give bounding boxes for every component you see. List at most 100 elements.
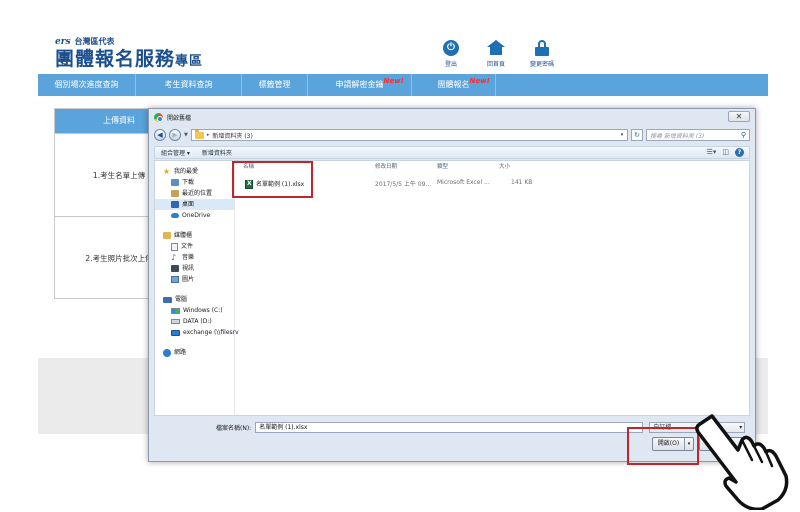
nav-item-label: 圖片 bbox=[182, 276, 195, 283]
logout-button[interactable]: ⏻ 登出 bbox=[431, 40, 471, 68]
star-icon: ★ bbox=[163, 167, 171, 176]
dialog-title: 開啟舊檔 bbox=[167, 115, 192, 122]
open-button-highlight-box bbox=[627, 427, 699, 465]
nav-desktop[interactable]: 桌面 bbox=[155, 199, 234, 210]
search-placeholder: 搜尋 新增資料夾 (3) bbox=[650, 132, 705, 140]
nav-item-label: 桌面 bbox=[182, 201, 195, 208]
nav-network[interactable]: 網路 bbox=[155, 347, 234, 358]
computer-icon bbox=[163, 296, 172, 303]
address-row: ◀ ▶ ▼ ▸ 新增資料夾 (3) ▾ ↻ 搜尋 新增資料夾 (3) ⚲ bbox=[154, 128, 750, 142]
nav-item-label: exchange (\\filesrv bbox=[183, 329, 239, 336]
pointing-hand-icon bbox=[695, 414, 789, 510]
desktop-icon bbox=[171, 201, 179, 208]
column-header-modified[interactable]: 修改日期 bbox=[375, 162, 397, 171]
file-row[interactable]: 名單範例 (1).xlsx 2017/5/5 上午 09... Microsof… bbox=[241, 177, 747, 189]
view-options-icon[interactable]: ☰▾ bbox=[707, 148, 717, 157]
file-highlight-box bbox=[232, 161, 313, 198]
onedrive-icon bbox=[171, 213, 179, 218]
column-header-size[interactable]: 大小 bbox=[499, 162, 510, 171]
home-button[interactable]: 回首頁 bbox=[476, 40, 516, 68]
home-label: 回首頁 bbox=[486, 61, 505, 68]
nav-label: 考生資料查詢 bbox=[164, 80, 213, 89]
change-password-button[interactable]: 變更密碼 bbox=[522, 40, 562, 68]
main-nav: 個別場次進度查詢 考生資料查詢 標籤管理 申請解密金鑰 New! 團體報名 Ne… bbox=[38, 74, 768, 96]
nav-item-label: 音樂 bbox=[182, 254, 195, 261]
folder-icon bbox=[194, 129, 204, 139]
chrome-icon bbox=[154, 113, 163, 122]
address-path: 新增資料夾 (3) bbox=[212, 132, 253, 140]
new-badge: New! bbox=[469, 77, 490, 85]
forward-icon[interactable]: ▶ bbox=[169, 129, 181, 141]
nav-label: 申請解密金鑰 bbox=[335, 80, 384, 89]
navigation-pane: ★ 我的最愛 下載 最近的位置 桌面 OneDrive 媒體櫃 文件 ♪ 音樂 視訊… bbox=[155, 161, 239, 415]
dialog-close-button[interactable]: ✕ bbox=[728, 111, 750, 122]
nav-libraries[interactable]: 媒體櫃 bbox=[155, 230, 234, 241]
filename-label: 檔案名稱(N): bbox=[216, 424, 252, 432]
nav-group-registration[interactable]: 團體報名 New! bbox=[412, 74, 496, 96]
nav-favorites[interactable]: ★ 我的最愛 bbox=[155, 166, 234, 177]
nav-item-label: 下載 bbox=[182, 179, 195, 186]
refresh-icon[interactable]: ↻ bbox=[631, 129, 643, 141]
logo-title: 團體報名服務專區 bbox=[55, 49, 203, 72]
home-icon bbox=[487, 40, 505, 56]
column-header-type[interactable]: 類型 bbox=[437, 162, 448, 171]
nav-label: 標籤管理 bbox=[258, 80, 291, 89]
organize-button[interactable]: 組合管理 ▾ bbox=[161, 148, 190, 157]
site-logo[interactable]: ers 台灣區代表 團體報名服務專區 bbox=[55, 36, 203, 72]
nav-item-label: 文件 bbox=[181, 243, 194, 250]
logo-subtitle: 台灣區代表 bbox=[74, 37, 115, 46]
picture-icon bbox=[171, 276, 179, 283]
document-icon bbox=[171, 242, 178, 251]
file-list: 名稱 修改日期 類型 大小 名單範例 (1).xlsx 2017/5/5 上午 … bbox=[239, 161, 749, 415]
recent-places-icon bbox=[171, 190, 179, 197]
nav-network-drive[interactable]: exchange (\\filesrv bbox=[155, 327, 239, 338]
power-icon: ⏻ bbox=[443, 40, 459, 56]
music-icon: ♪ bbox=[171, 253, 177, 262]
nav-downloads[interactable]: 下載 bbox=[155, 177, 234, 188]
history-dropdown-icon[interactable]: ▼ bbox=[184, 132, 188, 138]
nav-item-label: OneDrive bbox=[182, 212, 211, 219]
help-icon[interactable]: ? bbox=[735, 148, 744, 157]
video-icon bbox=[171, 265, 179, 272]
dialog-titlebar: 開啟舊檔 bbox=[154, 113, 191, 122]
nav-drive-c[interactable]: Windows (C:) bbox=[155, 305, 234, 316]
drive-icon bbox=[171, 319, 180, 324]
back-icon[interactable]: ◀ bbox=[154, 129, 166, 141]
nav-videos[interactable]: 視訊 bbox=[155, 263, 234, 274]
new-folder-button[interactable]: 新增資料夾 bbox=[202, 148, 232, 157]
network-drive-icon bbox=[171, 329, 180, 336]
nav-music[interactable]: ♪ 音樂 bbox=[155, 252, 234, 263]
nav-computer[interactable]: 電腦 bbox=[155, 294, 234, 305]
nav-recent-places[interactable]: 最近的位置 bbox=[155, 188, 234, 199]
nav-session-progress[interactable]: 個別場次進度查詢 bbox=[38, 74, 136, 96]
windows-drive-icon bbox=[171, 307, 180, 314]
nav-item-label: 媒體櫃 bbox=[174, 232, 193, 239]
nav-tag-management[interactable]: 標籤管理 bbox=[242, 74, 308, 96]
new-badge: New! bbox=[383, 77, 404, 85]
change-password-label: 變更密碼 bbox=[529, 61, 554, 68]
nav-item-label: 網路 bbox=[174, 349, 187, 356]
file-type: Microsoft Excel ... bbox=[437, 179, 490, 186]
nav-item-label: 我的最愛 bbox=[174, 168, 199, 175]
logo-badge: ers bbox=[55, 36, 71, 47]
preview-pane-icon[interactable]: ◫ bbox=[722, 148, 729, 157]
address-bar[interactable]: ▸ 新增資料夾 (3) ▾ bbox=[190, 129, 628, 141]
nav-pictures[interactable]: 圖片 bbox=[155, 274, 234, 285]
address-dropdown-icon[interactable]: ▾ bbox=[617, 132, 627, 138]
nav-label: 個別場次進度查詢 bbox=[54, 80, 119, 89]
library-icon bbox=[163, 232, 171, 239]
nav-onedrive[interactable]: OneDrive bbox=[155, 210, 234, 221]
filename-input[interactable]: 名單範例 (1).xlsx bbox=[255, 421, 644, 433]
nav-item-label: 電腦 bbox=[175, 296, 188, 303]
nav-item-label: DATA (D:) bbox=[183, 318, 212, 325]
nav-drive-d[interactable]: DATA (D:) bbox=[155, 316, 234, 327]
command-bar: 組合管理 ▾ 新增資料夾 ☰▾ ◫ ? bbox=[154, 146, 750, 159]
nav-documents[interactable]: 文件 bbox=[155, 241, 234, 252]
logout-label: 登出 bbox=[444, 61, 457, 68]
search-input[interactable]: 搜尋 新增資料夾 (3) ⚲ bbox=[646, 129, 750, 141]
logo-title-small: 專區 bbox=[175, 54, 204, 69]
lock-icon bbox=[535, 40, 549, 56]
search-icon: ⚲ bbox=[740, 131, 746, 139]
nav-decrypt-key[interactable]: 申請解密金鑰 New! bbox=[308, 74, 412, 96]
nav-candidate-query[interactable]: 考生資料查詢 bbox=[136, 74, 242, 96]
